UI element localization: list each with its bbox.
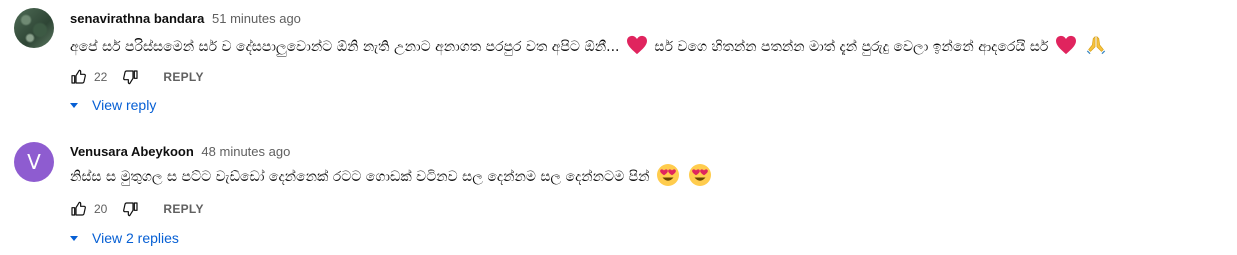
caret-down-icon	[68, 232, 80, 244]
heart-eyes-emoji-icon	[656, 163, 680, 191]
comment-header: Venusara Abeykoon 48 minutes ago	[70, 144, 290, 159]
thumb-down-icon[interactable]	[123, 69, 139, 85]
like-count: 22	[94, 70, 108, 84]
like-count: 20	[94, 202, 108, 216]
view-replies-label: View 2 replies	[92, 230, 179, 246]
comment-text-part-1: නිස්ස ස මුතුගල ස පට්ට වැඩ්ඩෝ දෙන්නෙක් රට…	[70, 169, 650, 185]
comment-text: අපේ සර් පරිස්සමෙන් සර් ව දේසපාලුවොන්ට ඕන…	[70, 34, 1109, 60]
avatar[interactable]: V	[14, 142, 54, 182]
author-name[interactable]: senavirathna bandara	[70, 11, 204, 26]
comment-header: senavirathna bandara 51 minutes ago	[70, 11, 301, 26]
timestamp[interactable]: 51 minutes ago	[212, 11, 301, 26]
avatar[interactable]	[14, 8, 54, 48]
author-name[interactable]: Venusara Abeykoon	[70, 144, 194, 159]
heart-eyes-emoji-icon	[688, 163, 712, 191]
thumb-down-icon[interactable]	[123, 201, 139, 217]
reply-button[interactable]: REPLY	[163, 202, 203, 216]
comment-text: නිස්ස ස මුතුගල ස පට්ට වැඩ්ඩෝ දෙන්නෙක් රට…	[70, 163, 714, 191]
comment-actions: 22 REPLY	[70, 67, 204, 87]
reply-button[interactable]: REPLY	[163, 70, 203, 84]
view-replies-label: View reply	[92, 97, 157, 113]
comment-actions: 20 REPLY	[70, 199, 204, 219]
comment-1: senavirathna bandara 51 minutes ago අපේ …	[0, 0, 1237, 125]
red-heart-icon	[1055, 35, 1077, 59]
comment-2: V Venusara Abeykoon 48 minutes ago නිස්ස…	[0, 125, 1237, 255]
view-replies-button[interactable]: View 2 replies	[68, 230, 179, 246]
thumb-up-icon[interactable]	[70, 201, 86, 217]
view-replies-button[interactable]: View reply	[68, 97, 156, 113]
caret-down-icon	[68, 99, 80, 111]
folded-hands-icon	[1085, 34, 1107, 60]
timestamp[interactable]: 48 minutes ago	[201, 144, 290, 159]
comment-text-part-1: අපේ සර් පරිස්සමෙන් සර් ව දේසපාලුවොන්ට ඕන…	[70, 39, 620, 55]
thumb-up-icon[interactable]	[70, 69, 86, 85]
comment-text-part-2: සර් වගෙ හිතන්න පතන්න මාත් දැන් පුරුදු වෙ…	[654, 39, 1049, 55]
red-heart-icon	[626, 35, 648, 59]
